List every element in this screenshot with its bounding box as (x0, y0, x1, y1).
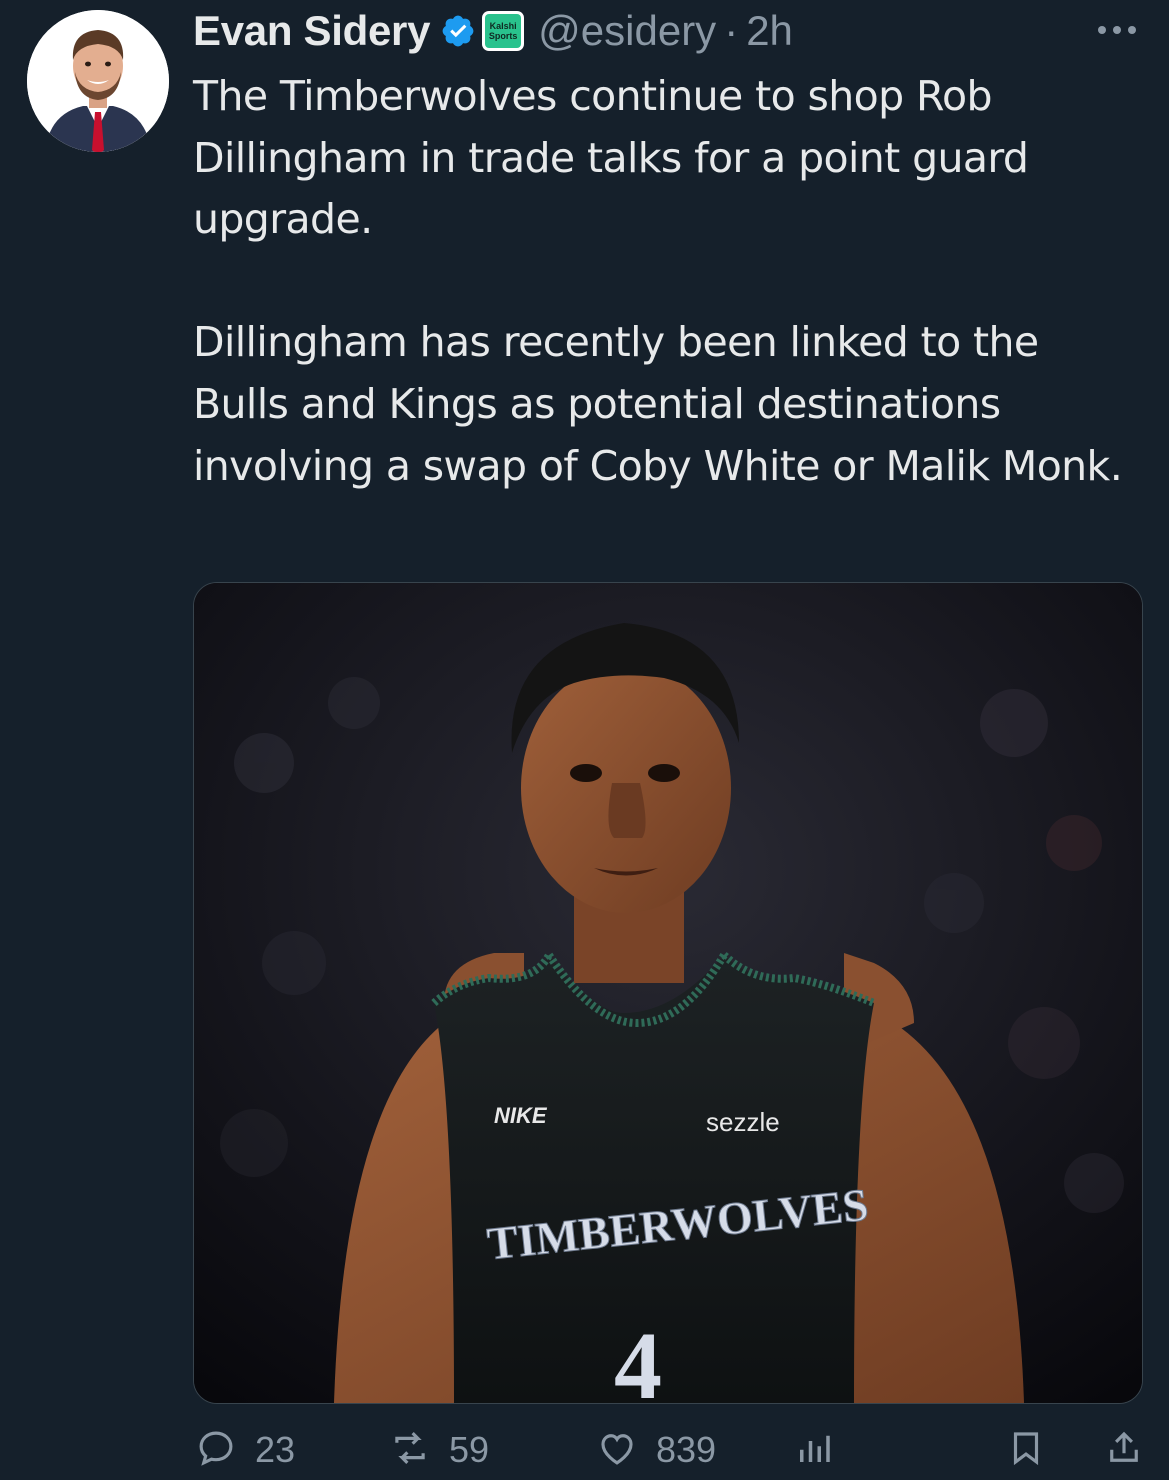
jersey-sponsor: sezzle (706, 1107, 780, 1137)
affiliation-line-1: Kalshi (489, 21, 517, 31)
author-handle[interactable]: @esidery (538, 7, 716, 55)
author-name[interactable]: Evan Sidery (193, 7, 430, 55)
tweet-paragraph: Dillingham has recently been linked to t… (193, 318, 1123, 490)
tweet-text: The Timberwolves continue to shop Rob Di… (193, 66, 1143, 497)
repost-button[interactable]: 59 (389, 1420, 489, 1480)
jersey-number: 4 (614, 1312, 662, 1403)
affiliation-line-2: Sports (488, 31, 518, 41)
affiliation-badge[interactable]: Kalshi Sports (482, 11, 525, 51)
views-button[interactable] (793, 1420, 835, 1480)
tweet-media-image[interactable]: NIKE sezzle TIMBERWOLVES 4 (193, 582, 1143, 1404)
tweet-timestamp[interactable]: 2h (746, 7, 793, 55)
verified-icon[interactable] (440, 13, 476, 49)
bookmark-icon (1005, 1427, 1047, 1473)
more-icon[interactable] (1094, 22, 1140, 38)
tweet-header: Evan Sidery Kalshi Sports @esidery · 2h (193, 4, 793, 58)
bookmark-button[interactable] (1005, 1420, 1047, 1480)
repost-icon (389, 1427, 431, 1473)
tweet-paragraph: The Timberwolves continue to shop Rob Di… (193, 72, 1029, 244)
reply-icon (195, 1427, 237, 1473)
jersey-brand: NIKE (494, 1103, 548, 1128)
tweet-action-bar: 23 59 839 (193, 1420, 1163, 1480)
reply-count: 23 (255, 1429, 296, 1470)
repost-count: 59 (449, 1429, 490, 1470)
avatar-image (27, 10, 169, 152)
player-photo: NIKE sezzle TIMBERWOLVES 4 (194, 583, 1142, 1403)
header-separator: · (724, 7, 739, 54)
views-icon (793, 1427, 835, 1473)
like-button[interactable]: 839 (596, 1420, 716, 1480)
author-avatar[interactable] (27, 10, 169, 152)
reply-button[interactable]: 23 (195, 1420, 295, 1480)
share-icon (1103, 1427, 1145, 1473)
share-button[interactable] (1103, 1420, 1145, 1480)
like-icon (596, 1427, 638, 1473)
like-count: 839 (656, 1429, 717, 1470)
